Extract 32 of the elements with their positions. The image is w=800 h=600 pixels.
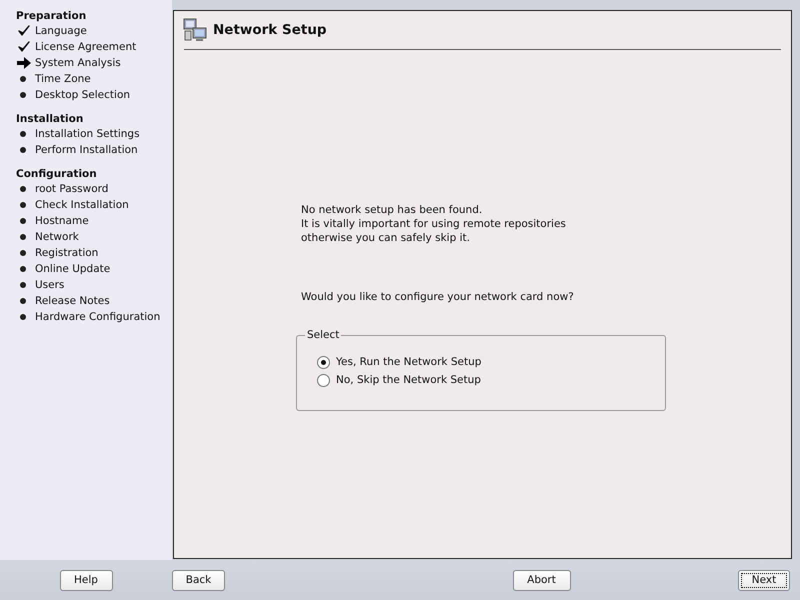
- step-label: Online Update: [35, 262, 110, 277]
- group-title: Select: [306, 329, 340, 341]
- radio-button[interactable]: [317, 356, 330, 368]
- step-label: Perform Installation: [35, 143, 138, 158]
- step-label: Check Installation: [35, 198, 129, 213]
- question-text: Would you like to configure your network card now?: [301, 291, 575, 303]
- step-label: Time Zone: [35, 72, 91, 87]
- step-label: Hostname: [35, 214, 89, 229]
- step-label: Network: [35, 230, 79, 245]
- section-heading: Installation: [16, 112, 84, 126]
- step-label: Users: [35, 278, 64, 293]
- message-text: No network setup has been found. It is vitally important for using remote repositories otherwise you can safely skip it.: [301, 203, 567, 245]
- step-label: Language: [35, 24, 87, 39]
- dialog-title: Network Setup: [213, 22, 327, 38]
- option-label[interactable]: No, Skip the Network Setup: [336, 374, 481, 386]
- step-label: License Agreement: [35, 40, 136, 55]
- step-label: Desktop Selection: [35, 88, 130, 103]
- step-label: System Analysis: [35, 56, 121, 71]
- option-label[interactable]: Yes, Run the Network Setup: [336, 356, 482, 368]
- next-button[interactable]: Next: [738, 570, 790, 590]
- help-button[interactable]: Help: [60, 570, 112, 590]
- back-button[interactable]: Back: [172, 570, 225, 590]
- radio-button[interactable]: [317, 374, 330, 386]
- step-label: Release Notes: [35, 294, 110, 309]
- section-heading: Preparation: [16, 9, 88, 23]
- step-label: Hardware Configuration: [35, 310, 160, 325]
- abort-button[interactable]: Abort: [512, 570, 570, 590]
- step-label: root Password: [35, 182, 108, 197]
- step-label: Registration: [35, 246, 98, 261]
- network-computers-icon: [183, 18, 207, 42]
- step-label: Installation Settings: [35, 127, 140, 142]
- section-heading: Configuration: [16, 167, 98, 181]
